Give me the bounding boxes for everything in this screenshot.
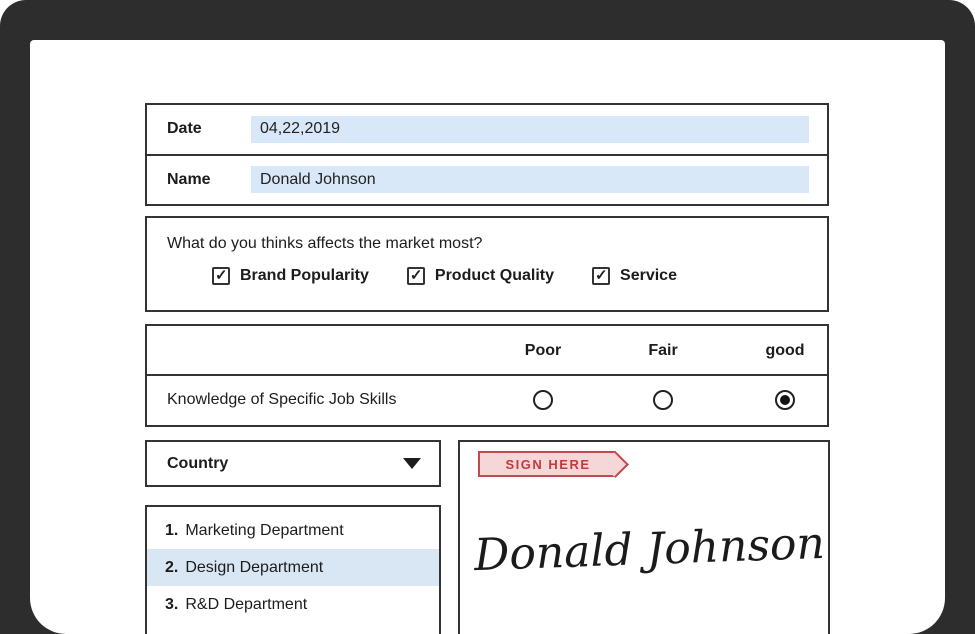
rating-column-poor: Poor bbox=[525, 326, 561, 376]
name-input[interactable]: Donald Johnson bbox=[251, 166, 809, 193]
name-row: Name Donald Johnson bbox=[147, 154, 827, 205]
rating-row-label: Knowledge of Specific Job Skills bbox=[167, 391, 396, 409]
date-label: Date bbox=[167, 120, 251, 138]
checkbox-icon[interactable] bbox=[592, 267, 610, 285]
list-item-label: R&D Department bbox=[185, 596, 307, 614]
device-frame: Date 04,22,2019 Name Donald Johnson What… bbox=[0, 0, 975, 634]
name-label: Name bbox=[167, 171, 251, 189]
rating-table: Poor Fair good Knowledge of Specific Job… bbox=[145, 324, 829, 427]
list-item-number: 3. bbox=[165, 596, 178, 614]
option-label: Service bbox=[620, 267, 677, 285]
option-label: Brand Popularity bbox=[240, 267, 369, 285]
radio-fair[interactable] bbox=[653, 390, 673, 410]
option-product-quality[interactable]: Product Quality bbox=[407, 267, 554, 285]
list-item-design[interactable]: 2. Design Department bbox=[147, 549, 439, 586]
option-service[interactable]: Service bbox=[592, 267, 677, 285]
signature-text: Donald Johnson bbox=[473, 518, 825, 581]
option-label: Product Quality bbox=[435, 267, 554, 285]
signature-area[interactable]: SIGN HERE Donald Johnson bbox=[458, 440, 830, 634]
country-dropdown[interactable]: Country bbox=[145, 440, 441, 487]
list-item-label: Design Department bbox=[185, 559, 323, 577]
radio-good[interactable] bbox=[775, 390, 795, 410]
list-item-marketing[interactable]: 1. Marketing Department bbox=[147, 512, 439, 549]
document-screen: Date 04,22,2019 Name Donald Johnson What… bbox=[30, 40, 945, 634]
checkbox-icon[interactable] bbox=[212, 267, 230, 285]
market-options: Brand Popularity Product Quality Service bbox=[212, 267, 827, 285]
country-dropdown-label: Country bbox=[167, 455, 228, 473]
sign-here-badge: SIGN HERE bbox=[478, 451, 616, 477]
rating-column-fair: Fair bbox=[648, 326, 677, 376]
department-list: 1. Marketing Department 2. Design Depart… bbox=[145, 505, 441, 634]
list-item-label: Marketing Department bbox=[185, 522, 343, 540]
chevron-down-icon bbox=[403, 458, 421, 469]
rating-header: Poor Fair good bbox=[147, 326, 827, 376]
checkbox-icon[interactable] bbox=[407, 267, 425, 285]
list-item-rnd[interactable]: 3. R&D Department bbox=[147, 586, 439, 623]
list-item-number: 1. bbox=[165, 522, 178, 540]
rating-row: Knowledge of Specific Job Skills bbox=[147, 376, 827, 423]
radio-poor[interactable] bbox=[533, 390, 553, 410]
market-question-text: What do you thinks affects the market mo… bbox=[167, 235, 827, 253]
date-row: Date 04,22,2019 bbox=[147, 105, 827, 154]
date-input[interactable]: 04,22,2019 bbox=[251, 116, 809, 143]
rating-column-good: good bbox=[765, 326, 804, 376]
option-brand-popularity[interactable]: Brand Popularity bbox=[212, 267, 369, 285]
market-question-box: What do you thinks affects the market mo… bbox=[145, 216, 829, 312]
date-name-table: Date 04,22,2019 Name Donald Johnson bbox=[145, 103, 829, 206]
list-item-number: 2. bbox=[165, 559, 178, 577]
